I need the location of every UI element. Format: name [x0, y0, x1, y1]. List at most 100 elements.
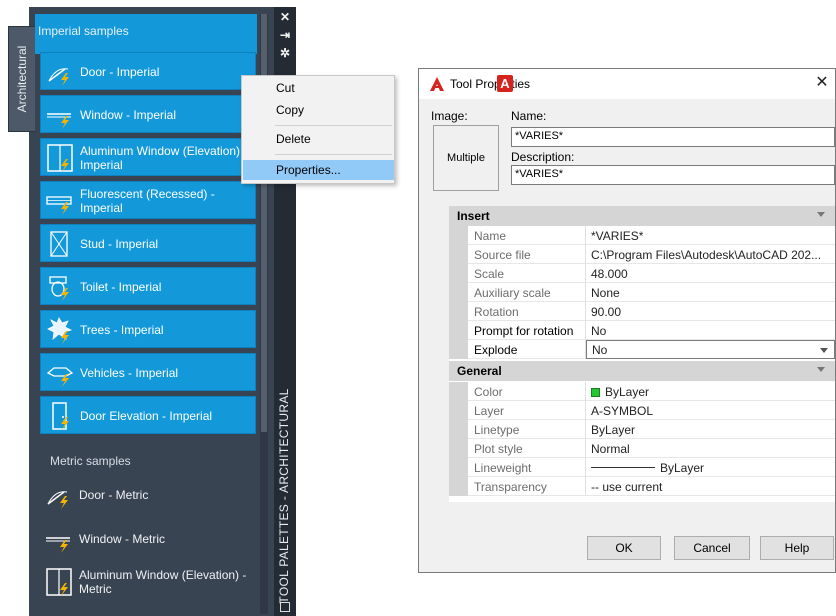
property-value[interactable]: ByLayer [586, 458, 835, 477]
name-field[interactable]: *VARIES* [511, 127, 835, 147]
property-name: Scale [468, 264, 586, 283]
dialog-title-bar[interactable]: Tool Properties A ✕ [419, 69, 835, 99]
ok-button[interactable]: OK [587, 536, 661, 560]
aluminum-window-icon [47, 144, 73, 172]
property-name: Lineweight [468, 458, 586, 477]
tool-properties-dialog: Tool Properties A ✕ Image: Multiple Name… [418, 68, 836, 573]
property-name: Name [468, 226, 586, 245]
window-icon [47, 113, 71, 129]
menu-item-properties[interactable]: Properties... [243, 160, 394, 180]
autohide-icon[interactable]: ⇥ [274, 28, 296, 42]
property-row-transparency[interactable]: Transparency -- use current [449, 477, 835, 496]
property-row-scale[interactable]: Scale 48.000 [449, 264, 835, 283]
tool-door-elevation-imperial[interactable]: Door Elevation - Imperial [40, 396, 256, 434]
tool-label: Fluorescent (Recessed) - Imperial [80, 187, 215, 215]
explode-dropdown[interactable]: No [586, 340, 835, 359]
property-value[interactable]: 90.00 [586, 302, 835, 321]
property-name: Source file [468, 245, 586, 264]
chevron-down-icon[interactable] [820, 348, 828, 353]
tool-label: Trees - Imperial [80, 323, 164, 337]
palette-title-label: TOOL PALETTES - ARCHITECTURAL [277, 388, 291, 604]
property-row-name[interactable]: Name *VARIES* [449, 226, 835, 245]
properties-grid: Insert Name *VARIES* Source file C:\Prog… [449, 206, 835, 502]
property-value[interactable]: A-SYMBOL [586, 401, 835, 420]
autocad-badge-icon: A [497, 75, 513, 92]
category-general[interactable]: General [449, 361, 835, 381]
property-value[interactable]: No [586, 321, 835, 340]
properties-icon[interactable]: ✲ [274, 46, 296, 60]
imperial-samples-header: Imperial samples [35, 14, 257, 54]
property-row-color[interactable]: Color ByLayer [449, 382, 835, 401]
property-row-explode[interactable]: Explode No [449, 340, 835, 359]
tool-label: Window - Imperial [80, 108, 177, 122]
property-value[interactable]: ByLayer [586, 382, 835, 401]
property-row-linetype[interactable]: Linetype ByLayer [449, 420, 835, 439]
property-row-lineweight[interactable]: Lineweight ByLayer [449, 458, 835, 477]
tab-architectural[interactable]: Architectural [8, 26, 35, 132]
trees-icon [47, 317, 73, 344]
property-value[interactable]: *VARIES* [586, 226, 835, 245]
menu-item-cut[interactable]: Cut [243, 78, 394, 98]
image-preview: Multiple [433, 125, 499, 191]
fluorescent-icon [46, 196, 72, 215]
property-name: Explode [468, 340, 586, 359]
tool-label: Aluminum Window (Elevation) - Metric [79, 568, 247, 596]
property-value[interactable]: Normal [586, 439, 835, 458]
tool-stud-imperial[interactable]: Stud - Imperial [40, 224, 256, 262]
property-value[interactable]: None [586, 283, 835, 302]
color-value: ByLayer [605, 385, 650, 399]
tool-label: Door - Imperial [80, 65, 160, 79]
property-name: Plot style [468, 439, 586, 458]
menu-separator [275, 154, 392, 155]
image-label: Image: [431, 109, 468, 123]
tool-toilet-imperial[interactable]: Toilet - Imperial [40, 267, 256, 305]
palette-menu-icon[interactable] [280, 602, 290, 612]
property-row-layer[interactable]: Layer A-SYMBOL [449, 401, 835, 420]
stud-icon [50, 231, 68, 257]
collapse-icon[interactable] [817, 367, 825, 372]
property-value[interactable]: C:\Program Files\Autodesk\AutoCAD 202... [586, 245, 835, 264]
tool-label: Door - Metric [79, 488, 149, 502]
tool-aluminum-window-imperial[interactable]: Aluminum Window (Elevation) - Imperial [40, 138, 256, 176]
tool-aluminum-window-metric[interactable]: Aluminum Window (Elevation) - Metric [40, 563, 256, 601]
help-button[interactable]: Help [760, 536, 834, 560]
category-insert[interactable]: Insert [449, 206, 835, 226]
tool-door-imperial[interactable]: Door - Imperial [40, 52, 256, 90]
property-row-rotation[interactable]: Rotation 90.00 [449, 302, 835, 321]
menu-item-delete[interactable]: Delete [243, 129, 394, 149]
property-name: Color [468, 382, 586, 401]
dialog-close-button[interactable]: ✕ [812, 73, 832, 93]
property-row-source-file[interactable]: Source file C:\Program Files\Autodesk\Au… [449, 245, 835, 264]
lineweight-sample [591, 467, 655, 468]
property-name: Layer [468, 401, 586, 420]
menu-item-copy[interactable]: Copy [243, 100, 394, 120]
property-name: Rotation [468, 302, 586, 321]
category-label: General [457, 364, 502, 378]
tool-fluorescent-imperial[interactable]: Fluorescent (Recessed) - Imperial [40, 181, 256, 219]
property-value[interactable]: 48.000 [586, 264, 835, 283]
tool-door-metric[interactable]: Door - Metric [40, 476, 256, 514]
collapse-icon[interactable] [817, 212, 825, 217]
menu-separator [275, 125, 392, 126]
property-row-plot-style[interactable]: Plot style Normal [449, 439, 835, 458]
tool-label: Vehicles - Imperial [80, 366, 179, 380]
context-menu: Cut Copy Delete Properties... [241, 75, 395, 184]
toilet-icon [49, 276, 69, 301]
description-field[interactable]: *VARIES* [511, 165, 835, 185]
property-name: Auxiliary scale [468, 283, 586, 302]
tool-trees-imperial[interactable]: Trees - Imperial [40, 310, 256, 348]
tool-window-imperial[interactable]: Window - Imperial [40, 95, 256, 133]
category-label: Insert [457, 209, 490, 223]
tool-window-metric[interactable]: Window - Metric [40, 520, 256, 558]
property-value[interactable]: ByLayer [586, 420, 835, 439]
door-icon [48, 68, 69, 86]
cancel-button[interactable]: Cancel [674, 536, 750, 560]
tool-vehicles-imperial[interactable]: Vehicles - Imperial [40, 353, 256, 391]
close-icon[interactable]: ✕ [274, 10, 296, 24]
vehicles-icon [46, 367, 74, 387]
tool-label: Door Elevation - Imperial [80, 409, 213, 423]
property-row-auxiliary-scale[interactable]: Auxiliary scale None [449, 283, 835, 302]
dialog-title: Tool Properties [450, 77, 531, 91]
property-value[interactable]: -- use current [586, 477, 835, 496]
property-row-prompt-for-rotation[interactable]: Prompt for rotation No [449, 321, 835, 340]
